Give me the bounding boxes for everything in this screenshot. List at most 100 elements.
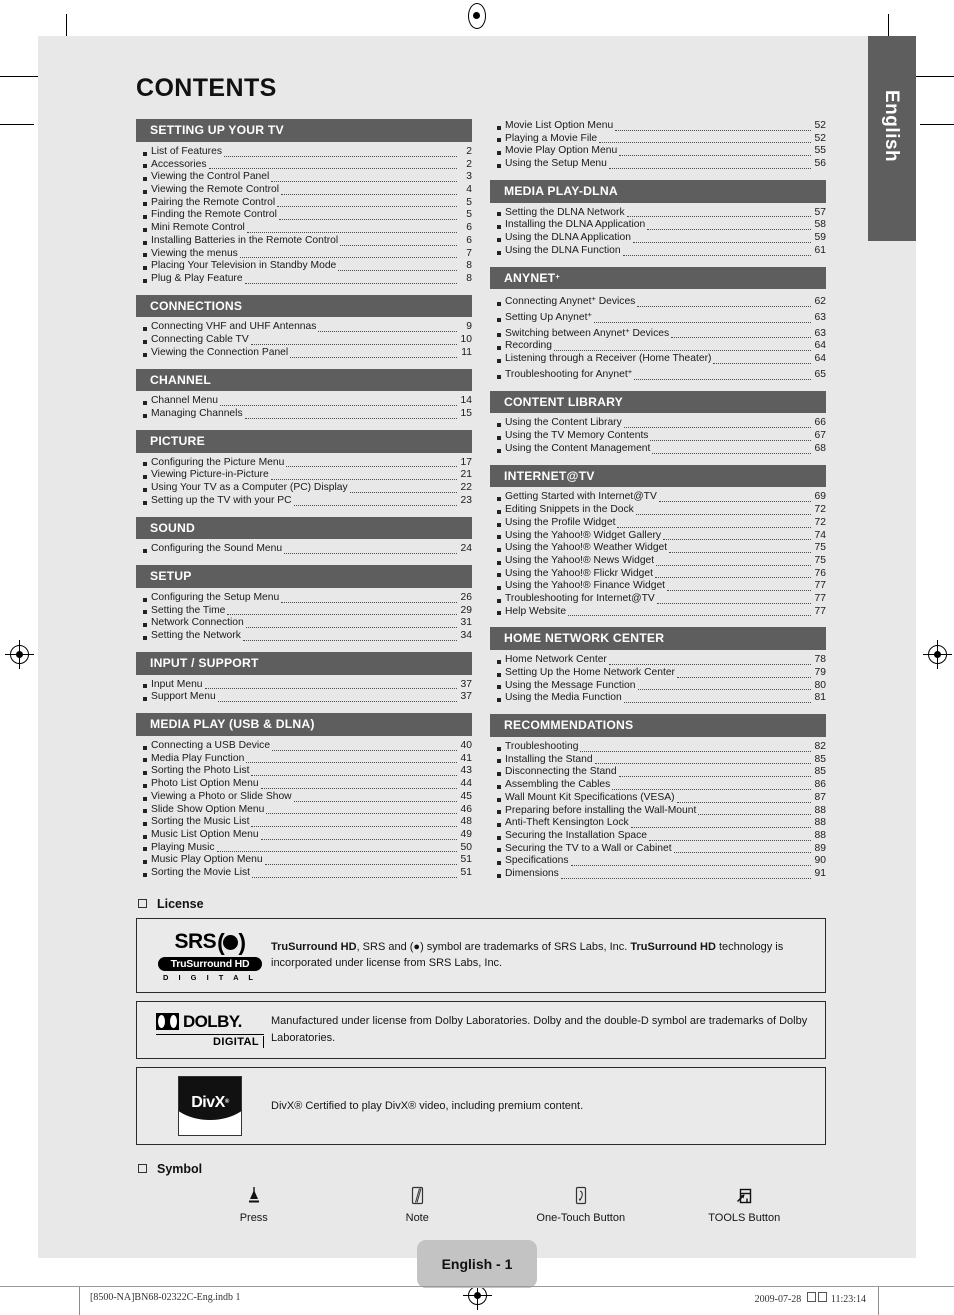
toc-entry[interactable]: Using the Content Management 68 [490,443,826,456]
bullet-square-icon [497,547,501,552]
toc-entry-label: Using the Yahoo!® Flickr Widget [505,567,653,579]
toc-entry[interactable]: Securing the TV to a Wall or Cabinet 89 [490,843,826,856]
toc-entry[interactable]: Troubleshooting for Anynet+ 65 [490,366,826,382]
toc-entry[interactable]: Getting Started with Internet@TV 69 [490,491,826,504]
footer-date: 2009-07-28 [754,1294,802,1305]
toc-entry[interactable]: Channel Menu 14 [136,395,472,408]
toc-entry[interactable]: Configuring the Sound Menu 24 [136,543,472,556]
toc-entry[interactable]: Connecting VHF and UHF Antennas 9 [136,321,472,334]
toc-entry[interactable]: Using Your TV as a Computer (PC) Display… [136,482,472,495]
bullet-square-icon [143,860,147,865]
toc-entry[interactable]: Home Network Center 78 [490,654,826,667]
toc-entry[interactable]: Using the Profile Widget 72 [490,517,826,530]
toc-entry[interactable]: Plug & Play Feature 8 [136,273,472,286]
toc-entry[interactable]: Listening through a Receiver (Home Theat… [490,353,826,366]
leader-dots [615,123,811,131]
toc-entry[interactable]: Sorting the Music List 48 [136,816,472,829]
toc-entry[interactable]: Playing Music 50 [136,842,472,855]
toc-entry[interactable]: Installing the Stand 85 [490,754,826,767]
toc-entry[interactable]: Placing Your Television in Standby Mode 8 [136,260,472,273]
bullet-square-icon [143,821,147,826]
toc-entry[interactable]: Viewing the Control Panel 3 [136,171,472,184]
toc-entry[interactable]: Installing the DLNA Application 58 [490,219,826,232]
toc-entry[interactable]: Installing Batteries in the Remote Contr… [136,235,472,248]
toc-entry[interactable]: Sorting the Movie List 51 [136,867,472,880]
toc-entry[interactable]: Using the Setup Menu 56 [490,158,826,171]
toc-entry[interactable]: Slide Show Option Menu 46 [136,804,472,817]
toc-entry[interactable]: Wall Mount Kit Specifications (VESA) 87 [490,792,826,805]
toc-entry[interactable]: Viewing a Photo or Slide Show 45 [136,791,472,804]
toc-entry[interactable]: Photo List Option Menu 44 [136,778,472,791]
toc-entry[interactable]: Disconnecting the Stand 85 [490,766,826,779]
toc-entry[interactable]: Movie Play Option Menu 55 [490,145,826,158]
toc-entry[interactable]: Anti-Theft Kensington Lock 88 [490,817,826,830]
toc-entry[interactable]: Movie List Option Menu 52 [490,120,826,133]
toc-entry[interactable]: Playing a Movie File 52 [490,133,826,146]
toc-entry[interactable]: Using the Yahoo!® Finance Widget 77 [490,580,826,593]
toc-entry[interactable]: Media Play Function 41 [136,753,472,766]
toc-entry[interactable]: Viewing the Connection Panel 11 [136,347,472,360]
toc-entry-label: Movie Play Option Menu [505,145,618,157]
toc-entry[interactable]: Pairing the Remote Control 5 [136,197,472,210]
toc-entry[interactable]: Setting Up Anynet+ 63 [490,309,826,325]
toc-entry[interactable]: Setting the Network 34 [136,630,472,643]
leader-dots [617,520,811,528]
toc-entry[interactable]: Using the DLNA Function 61 [490,245,826,258]
toc-entry[interactable]: Setting the DLNA Network 57 [490,207,826,220]
leader-dots [612,782,811,790]
toc-entry[interactable]: Finding the Remote Control 5 [136,209,472,222]
toc-entry[interactable]: Troubleshooting 82 [490,741,826,754]
toc-entry[interactable]: Network Connection 31 [136,617,472,630]
toc-entry[interactable]: Sorting the Photo List 43 [136,765,472,778]
toc-entry[interactable]: Using the Yahoo!® Flickr Widget 76 [490,568,826,581]
toc-entry[interactable]: Configuring the Picture Menu 17 [136,457,472,470]
toc-entry[interactable]: Securing the Installation Space 88 [490,830,826,843]
toc-entry-page: 77 [814,593,826,605]
toc-entry[interactable]: Setting Up the Home Network Center 79 [490,667,826,680]
toc-entry[interactable]: Setting the Time 29 [136,605,472,618]
toc-entry[interactable]: Configuring the Setup Menu 26 [136,592,472,605]
toc-entry[interactable]: Music List Option Menu 49 [136,829,472,842]
toc-entry[interactable]: Using the Media Function 81 [490,692,826,705]
toc-entry[interactable]: List of Features 2 [136,146,472,159]
toc-entry[interactable]: Managing Channels 15 [136,408,472,421]
toc-entry[interactable]: Connecting Cable TV 10 [136,334,472,347]
toc-entry[interactable]: Using the Yahoo!® News Widget 75 [490,555,826,568]
toc-entry[interactable]: Switching between Anynet+ Devices 63 [490,325,826,341]
leader-dots [650,433,811,441]
toc-entry[interactable]: Viewing Picture-in-Picture 21 [136,469,472,482]
toc-entry[interactable]: Viewing the Remote Control 4 [136,184,472,197]
toc-entry[interactable]: Help Website 77 [490,606,826,619]
srs-trusurround-badge: TruSurround HD [158,956,262,971]
toc-entry[interactable]: Input Menu 37 [136,679,472,692]
leader-dots [340,238,457,246]
toc-entry[interactable]: Using the TV Memory Contents 67 [490,430,826,443]
toc-entry-page: 88 [814,829,826,841]
toc-entry[interactable]: Recording 64 [490,340,826,353]
toc-entry[interactable]: Using the Message Function 80 [490,680,826,693]
symbol-subheading: Symbol [138,1162,826,1176]
toc-entry[interactable]: Using the Yahoo!® Widget Gallery 74 [490,530,826,543]
toc-section-header: HOME NETWORK CENTER [490,627,826,651]
leader-dots [260,832,457,840]
toc-entry[interactable]: Using the Content Library 66 [490,417,826,430]
toc-entry[interactable]: Connecting Anynet+ Devices 62 [490,293,826,309]
toc-entry[interactable]: Viewing the menus 7 [136,248,472,261]
toc-entry[interactable]: Accessories 2 [136,159,472,172]
symbol-item-press: Press [172,1183,336,1224]
toc-entry[interactable]: Assembling the Cables 86 [490,779,826,792]
toc-entry[interactable]: Setting up the TV with your PC 23 [136,495,472,508]
toc-entry[interactable]: Support Menu 37 [136,691,472,704]
toc-entry[interactable]: Troubleshooting for Internet@TV 77 [490,593,826,606]
toc-entry[interactable]: Mini Remote Control 6 [136,222,472,235]
toc-entry[interactable]: Specifications 90 [490,855,826,868]
toc-entry[interactable]: Music Play Option Menu 51 [136,854,472,867]
toc-entry[interactable]: Preparing before installing the Wall-Mou… [490,805,826,818]
toc-entry[interactable]: Connecting a USB Device 40 [136,740,472,753]
toc-entry[interactable]: Dimensions 91 [490,868,826,881]
toc-entry[interactable]: Editing Snippets in the Dock 72 [490,504,826,517]
toc-entry-label: Anti-Theft Kensington Lock [505,817,629,829]
toc-entry[interactable]: Using the Yahoo!® Weather Widget 75 [490,542,826,555]
toc-entry[interactable]: Using the DLNA Application 59 [490,232,826,245]
toc-section-header: PICTURE [136,429,472,453]
